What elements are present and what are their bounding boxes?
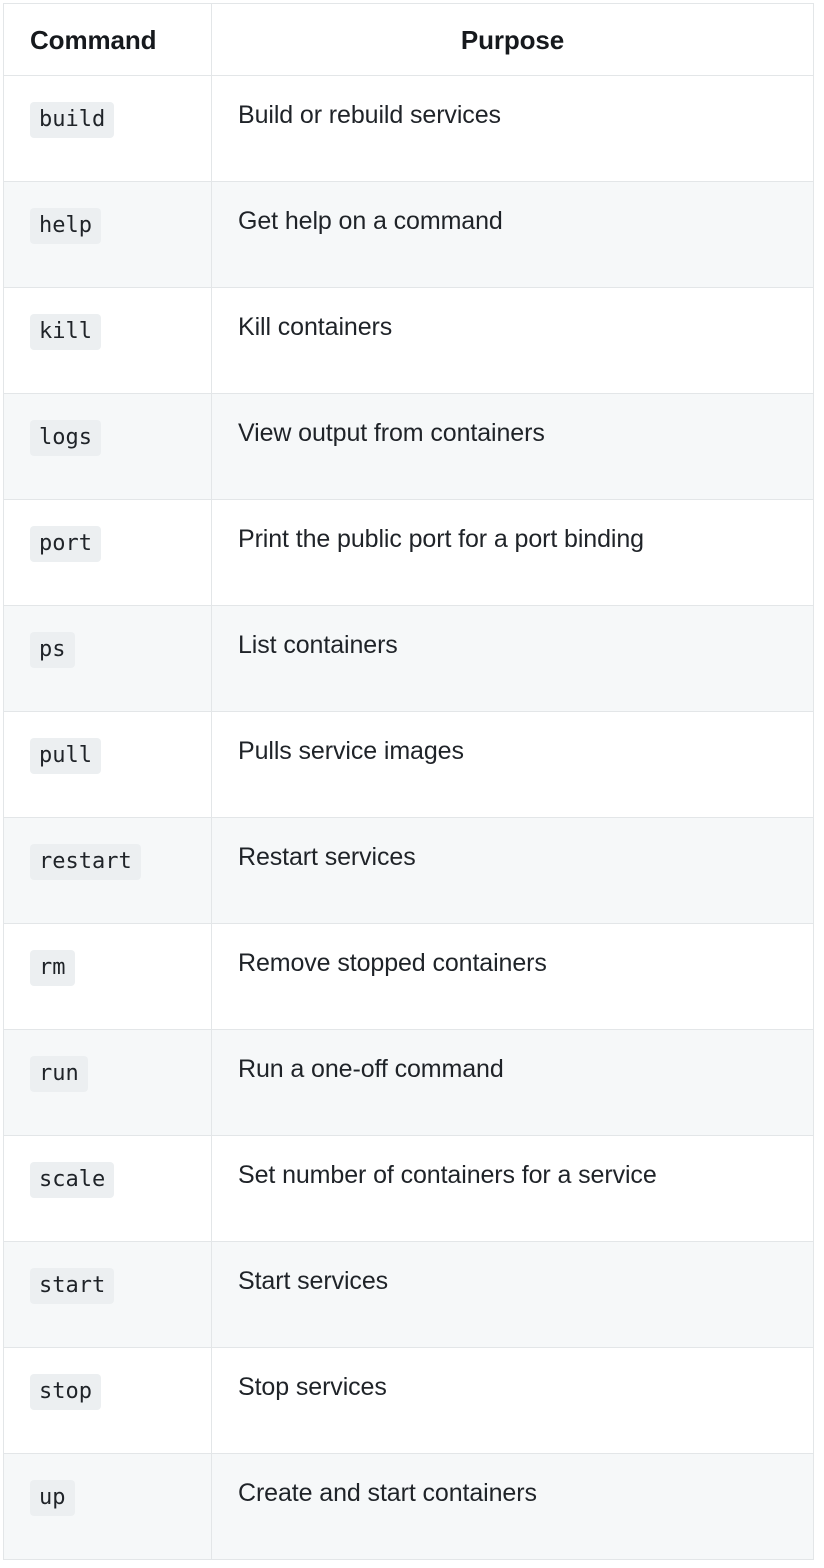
cell-command: stop [3,1347,212,1454]
cell-command: ps [3,605,212,712]
command-code-badge: up [30,1479,75,1517]
cell-command: port [3,499,212,606]
table-container: Command Purpose build Build or rebuild se… [0,0,824,1568]
table-row: port Print the public port for a port bin… [3,499,814,606]
table-body: build Build or rebuild services help Get he… [3,75,814,1560]
cell-command: scale [3,1135,212,1242]
cell-command: pull [3,711,212,818]
cell-purpose: Stop services [211,1347,814,1454]
table-row: run Run a one-off command [3,1029,814,1136]
cell-purpose: Build or rebuild services [211,75,814,182]
cell-command: restart [3,817,212,924]
command-reference-table: Command Purpose build Build or rebuild se… [3,3,814,1560]
table-row: start Start services [3,1241,814,1348]
cell-purpose: Get help on a command [211,181,814,288]
column-header-command: Command [3,3,212,76]
cell-command: run [3,1029,212,1136]
table-header-row: Command Purpose [3,3,814,76]
cell-purpose: Restart services [211,817,814,924]
command-code-badge: restart [30,843,141,881]
table-row: stop Stop services [3,1347,814,1454]
cell-purpose: Kill containers [211,287,814,394]
table-row: help Get help on a command [3,181,814,288]
cell-purpose: Create and start containers [211,1453,814,1560]
cell-purpose: Pulls service images [211,711,814,818]
command-code-badge: logs [30,419,101,457]
table-row: up Create and start containers [3,1453,814,1560]
cell-purpose: Run a one-off command [211,1029,814,1136]
command-code-badge: help [30,207,101,245]
command-code-badge: kill [30,313,101,351]
command-code-badge: run [30,1055,88,1093]
cell-command: help [3,181,212,288]
command-code-badge: build [30,101,115,139]
command-code-badge: stop [30,1373,101,1411]
cell-command: kill [3,287,212,394]
table-row: restart Restart services [3,817,814,924]
table-row: rm Remove stopped containers [3,923,814,1030]
table-row: scale Set number of containers for a serv… [3,1135,814,1242]
cell-command: start [3,1241,212,1348]
cell-command: up [3,1453,212,1560]
cell-purpose: Remove stopped containers [211,923,814,1030]
cell-purpose: View output from containers [211,393,814,500]
cell-purpose: Print the public port for a port binding [211,499,814,606]
command-code-badge: port [30,525,101,563]
cell-command: rm [3,923,212,1030]
command-code-badge: rm [30,949,75,987]
table-row: kill Kill containers [3,287,814,394]
table-header: Command Purpose [3,3,814,76]
cell-command: build [3,75,212,182]
cell-purpose: Set number of containers for a service [211,1135,814,1242]
table-row: build Build or rebuild services [3,75,814,182]
table-row: pull Pulls service images [3,711,814,818]
command-code-badge: start [30,1267,115,1305]
table-row: ps List containers [3,605,814,712]
cell-purpose: List containers [211,605,814,712]
cell-command: logs [3,393,212,500]
cell-purpose: Start services [211,1241,814,1348]
command-code-badge: ps [30,631,75,669]
command-code-badge: scale [30,1161,115,1199]
command-code-badge: pull [30,737,101,775]
table-row: logs View output from containers [3,393,814,500]
column-header-purpose: Purpose [211,3,814,76]
